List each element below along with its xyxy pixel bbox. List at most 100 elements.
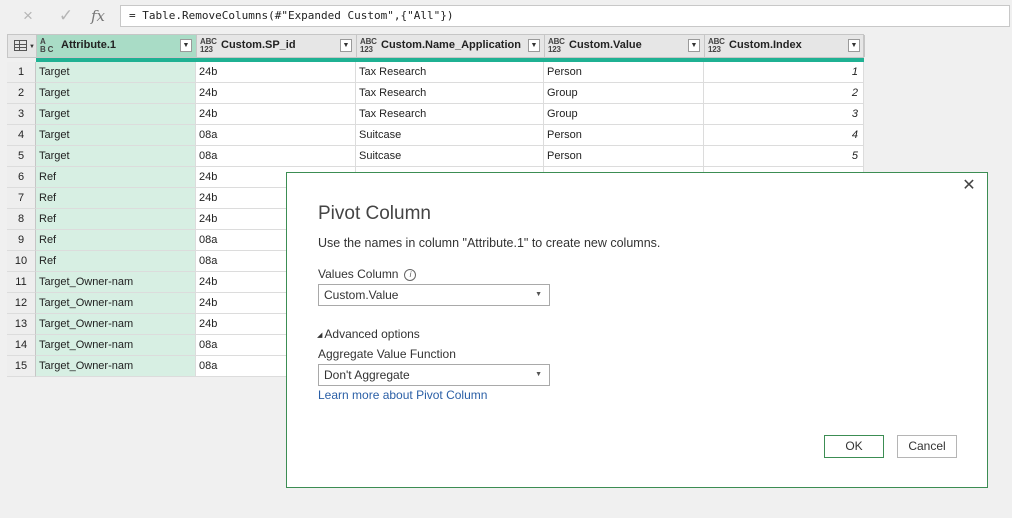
table-cell[interactable]: Target_Owner-nam bbox=[36, 335, 196, 356]
table-row: 4 Target 08a Suitcase Person 4 bbox=[7, 125, 864, 146]
formula-bar: × ✓ fx = Table.RemoveColumns(#"Expanded … bbox=[0, 0, 1012, 34]
table-cell[interactable]: Person bbox=[544, 146, 704, 167]
any-type-icon[interactable]: ABC 123 bbox=[200, 38, 217, 54]
check-icon[interactable]: ✓ bbox=[55, 6, 77, 26]
row-number: 6 bbox=[7, 167, 36, 188]
table-cell[interactable]: Ref bbox=[36, 167, 196, 188]
row-number: 1 bbox=[7, 62, 36, 83]
row-number: 10 bbox=[7, 251, 36, 272]
table-cell[interactable]: 24b bbox=[196, 104, 356, 125]
advanced-options-label: Advanced options bbox=[324, 327, 420, 341]
table-row: 3 Target 24b Tax Research Group 3 bbox=[7, 104, 864, 125]
type-icon-bottom: 123 bbox=[360, 45, 373, 54]
table-cell[interactable]: Ref bbox=[36, 209, 196, 230]
table-cell[interactable]: Target_Owner-nam bbox=[36, 314, 196, 335]
table-cell[interactable]: Group bbox=[544, 83, 704, 104]
table-cell[interactable]: Target bbox=[36, 146, 196, 167]
any-type-icon[interactable]: ABC 123 bbox=[548, 38, 565, 54]
table-cell[interactable]: Person bbox=[544, 62, 704, 83]
any-type-icon[interactable]: ABC 123 bbox=[360, 38, 377, 54]
table-cell[interactable]: 1 bbox=[704, 62, 864, 83]
table-cell[interactable]: Ref bbox=[36, 251, 196, 272]
info-icon[interactable]: i bbox=[404, 269, 417, 281]
triangle-expanded-icon: ◢ bbox=[317, 332, 323, 339]
ok-button[interactable]: OK bbox=[824, 435, 884, 458]
table-cell[interactable]: 08a bbox=[196, 125, 356, 146]
row-number: 15 bbox=[7, 356, 36, 377]
column-header-custom-sp-id[interactable]: ABC 123 Custom.SP_id ▼ bbox=[197, 35, 357, 57]
values-column-dropdown[interactable]: Custom.Value ▼ bbox=[318, 284, 550, 306]
table-row: 2 Target 24b Tax Research Group 2 bbox=[7, 83, 864, 104]
aggregate-function-dropdown[interactable]: Don't Aggregate ▼ bbox=[318, 364, 550, 386]
table-cell[interactable]: 24b bbox=[196, 83, 356, 104]
table-cell[interactable]: Suitcase bbox=[356, 125, 544, 146]
column-header-custom-value[interactable]: ABC 123 Custom.Value ▼ bbox=[545, 35, 705, 57]
table-cell[interactable]: Ref bbox=[36, 230, 196, 251]
table-cell[interactable]: Ref bbox=[36, 188, 196, 209]
table-cell[interactable]: Target bbox=[36, 104, 196, 125]
column-header-attribute-1[interactable]: AB C Attribute.1 ▼ bbox=[37, 35, 197, 57]
filter-dropdown-icon[interactable]: ▼ bbox=[528, 39, 540, 52]
type-icon-bottom: 123 bbox=[200, 45, 213, 54]
table-cell[interactable]: Target_Owner-nam bbox=[36, 293, 196, 314]
table-cell[interactable]: Suitcase bbox=[356, 146, 544, 167]
filter-dropdown-icon[interactable]: ▼ bbox=[180, 39, 192, 52]
table-menu-button[interactable]: ▼ bbox=[8, 35, 37, 57]
table-cell[interactable]: Tax Research bbox=[356, 62, 544, 83]
table-cell[interactable]: 08a bbox=[196, 146, 356, 167]
row-number: 12 bbox=[7, 293, 36, 314]
any-type-icon[interactable]: ABC 123 bbox=[708, 38, 725, 54]
text-type-icon[interactable]: AB C bbox=[40, 38, 53, 54]
filter-dropdown-icon[interactable]: ▼ bbox=[340, 39, 352, 52]
table-cell[interactable]: Target bbox=[36, 83, 196, 104]
column-header-label: Custom.Value bbox=[569, 39, 642, 51]
row-number: 4 bbox=[7, 125, 36, 146]
chevron-down-icon: ▼ bbox=[535, 371, 542, 378]
learn-more-link[interactable]: Learn more about Pivot Column bbox=[318, 388, 487, 402]
dialog-description: Use the names in column "Attribute.1" to… bbox=[318, 236, 661, 250]
table-cell[interactable]: 3 bbox=[704, 104, 864, 125]
table-cell[interactable]: 5 bbox=[704, 146, 864, 167]
formula-input[interactable]: = Table.RemoveColumns(#"Expanded Custom"… bbox=[120, 5, 1010, 27]
column-header-label: Custom.Name_Application bbox=[381, 39, 521, 51]
fx-icon[interactable]: fx bbox=[87, 6, 109, 26]
chevron-down-icon: ▼ bbox=[535, 291, 542, 298]
type-icon-bottom: B C bbox=[40, 45, 54, 54]
aggregate-function-value: Don't Aggregate bbox=[324, 368, 410, 382]
column-header-row: ▼ AB C Attribute.1 ▼ ABC 123 Custom.SP_id ▼ ABC… bbox=[7, 34, 865, 58]
filter-dropdown-icon[interactable]: ▼ bbox=[688, 39, 700, 52]
table-cell[interactable]: Group bbox=[544, 104, 704, 125]
chevron-down-icon: ▼ bbox=[29, 44, 35, 50]
table-cell[interactable]: Target_Owner-nam bbox=[36, 272, 196, 293]
row-number: 5 bbox=[7, 146, 36, 167]
cancel-button[interactable]: Cancel bbox=[897, 435, 957, 458]
row-number: 7 bbox=[7, 188, 36, 209]
row-number: 3 bbox=[7, 104, 36, 125]
advanced-options-toggle[interactable]: ◢ Advanced options bbox=[317, 327, 420, 341]
type-icon-bottom: 123 bbox=[708, 45, 721, 54]
table-cell[interactable]: 2 bbox=[704, 83, 864, 104]
table-cell[interactable]: Tax Research bbox=[356, 83, 544, 104]
row-number: 2 bbox=[7, 83, 36, 104]
column-header-custom-index[interactable]: ABC 123 Custom.Index ▼ bbox=[705, 35, 865, 57]
table-cell[interactable]: Person bbox=[544, 125, 704, 146]
column-header-custom-name-application[interactable]: ABC 123 Custom.Name_Application ▼ bbox=[357, 35, 545, 57]
filter-dropdown-icon[interactable]: ▼ bbox=[848, 39, 860, 52]
table-row: 5 Target 08a Suitcase Person 5 bbox=[7, 146, 864, 167]
table-cell[interactable]: 24b bbox=[196, 62, 356, 83]
table-cell[interactable]: Target_Owner-nam bbox=[36, 356, 196, 377]
table-icon bbox=[14, 40, 27, 51]
column-header-label: Custom.SP_id bbox=[221, 39, 296, 51]
table-cell[interactable]: 4 bbox=[704, 125, 864, 146]
table-cell[interactable]: Target bbox=[36, 62, 196, 83]
close-icon[interactable]: ✕ bbox=[961, 177, 977, 195]
table-row: 1 Target 24b Tax Research Person 1 bbox=[7, 62, 864, 83]
row-number: 11 bbox=[7, 272, 36, 293]
pivot-column-dialog: ✕ Pivot Column Use the names in column "… bbox=[286, 172, 988, 488]
column-header-label: Custom.Index bbox=[729, 39, 802, 51]
table-cell[interactable]: Tax Research bbox=[356, 104, 544, 125]
table-cell[interactable]: Target bbox=[36, 125, 196, 146]
values-column-value: Custom.Value bbox=[324, 288, 399, 302]
cancel-icon[interactable]: × bbox=[17, 6, 39, 26]
row-number: 9 bbox=[7, 230, 36, 251]
